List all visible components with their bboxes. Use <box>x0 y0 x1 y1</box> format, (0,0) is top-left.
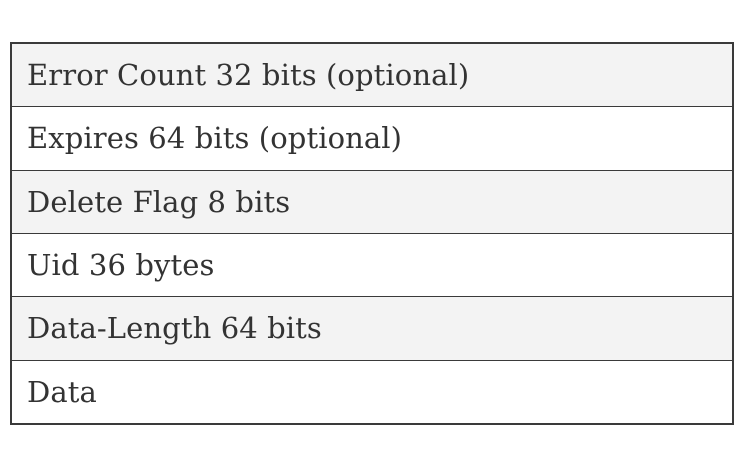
field-row-data-length: Data-Length 64 bits <box>12 296 732 360</box>
field-label: Data-Length 64 bits <box>27 311 322 346</box>
field-row-delete-flag: Delete Flag 8 bits <box>12 169 732 233</box>
field-row-data: Data <box>12 359 732 423</box>
field-label: Expires 64 bits (optional) <box>27 121 403 156</box>
record-layout-table: Error Count 32 bits (optional) Expires 6… <box>10 42 734 425</box>
field-label: Data <box>27 374 97 409</box>
field-row-expires: Expires 64 bits (optional) <box>12 106 732 170</box>
field-label: Delete Flag 8 bits <box>27 184 291 219</box>
field-row-error-count: Error Count 32 bits (optional) <box>12 44 732 107</box>
field-row-uid: Uid 36 bytes <box>12 232 732 297</box>
field-label: Uid 36 bytes <box>27 248 215 283</box>
field-label: Error Count 32 bits (optional) <box>27 58 470 93</box>
